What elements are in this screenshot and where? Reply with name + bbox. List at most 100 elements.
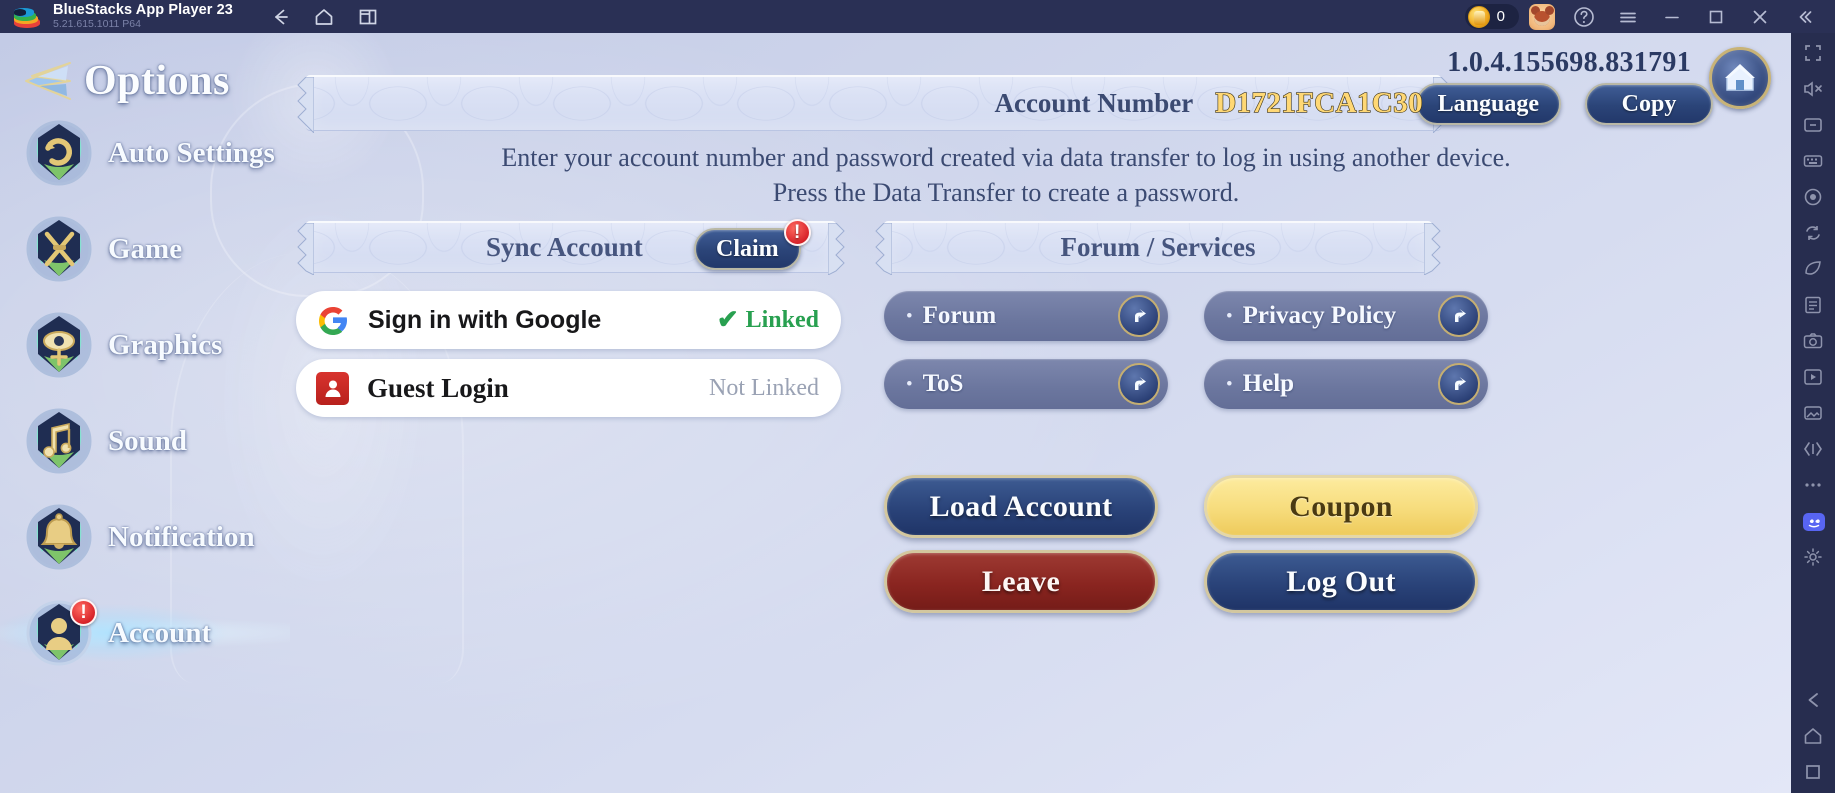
- hamburger-menu-icon[interactable]: [1615, 4, 1641, 30]
- back-arrow-icon[interactable]: [1802, 689, 1824, 711]
- android-home-icon[interactable]: [1802, 725, 1824, 747]
- sidebar-item-sound[interactable]: Sound: [0, 393, 276, 489]
- back-icon[interactable]: [269, 6, 291, 28]
- graphics-eye-badge-icon: [24, 310, 94, 380]
- bluestacks-window: BlueStacks App Player 23 5.21.615.1011 P…: [0, 0, 1835, 793]
- scripts-icon[interactable]: [1802, 294, 1824, 316]
- sidebar-item-label: Game: [108, 232, 183, 265]
- guest-link-status-text: Not Linked: [709, 374, 819, 401]
- bullet-icon: •: [1226, 305, 1233, 327]
- privacy-policy-link-button[interactable]: • Privacy Policy: [1204, 291, 1488, 341]
- copy-button[interactable]: Copy: [1585, 83, 1713, 125]
- leave-button[interactable]: Leave: [884, 550, 1158, 613]
- bullet-icon: •: [1226, 373, 1233, 395]
- check-icon: ✔: [716, 305, 739, 334]
- help-icon[interactable]: [1571, 4, 1597, 30]
- window-titlebar: BlueStacks App Player 23 5.21.615.1011 P…: [0, 0, 1835, 33]
- sidebar-item-auto-settings[interactable]: Auto Settings: [0, 105, 276, 201]
- fullscreen-icon[interactable]: [1802, 42, 1824, 64]
- auto-settings-badge-icon: [24, 118, 94, 188]
- sidebar-item-account[interactable]: ! Account: [0, 585, 290, 681]
- multi-instance-icon[interactable]: [357, 6, 379, 28]
- tos-link-label: ToS: [922, 370, 964, 397]
- guest-link-status: Not Linked: [709, 375, 819, 402]
- sync-account-panel: Sync Account: [297, 221, 845, 275]
- mute-icon[interactable]: [1802, 78, 1824, 100]
- external-link-arrow-icon: [1438, 295, 1480, 337]
- macro-record-icon[interactable]: [1802, 186, 1824, 208]
- app-build-version: 1.0.4.155698.831791: [1447, 47, 1691, 78]
- coin-counter[interactable]: 0: [1464, 4, 1519, 29]
- close-icon[interactable]: [1747, 4, 1773, 30]
- coin-icon: [1467, 5, 1490, 28]
- external-link-arrow-icon: [1438, 363, 1480, 405]
- instruction-text: Enter your account number and password c…: [306, 141, 1706, 210]
- forum-services-title: Forum / Services: [1060, 232, 1256, 262]
- help-link-button[interactable]: • Help: [1204, 359, 1488, 409]
- forum-services-panel: Forum / Services: [875, 221, 1441, 275]
- coin-count: 0: [1496, 8, 1505, 25]
- sidebar-item-graphics[interactable]: Graphics: [0, 297, 276, 393]
- options-header: Options: [0, 33, 276, 105]
- keymapping-icon[interactable]: [1802, 150, 1824, 172]
- forum-link-button[interactable]: • Forum: [884, 291, 1168, 341]
- shake-icon[interactable]: [1802, 438, 1824, 460]
- maximize-icon[interactable]: [1703, 4, 1729, 30]
- sync-account-title: Sync Account: [486, 232, 643, 262]
- game-viewport: Options Auto Settings Game Graphics Soun…: [0, 33, 1791, 793]
- sync-operations-icon[interactable]: [1802, 222, 1824, 244]
- settings-gear-icon[interactable]: [1802, 546, 1824, 568]
- eco-mode-icon[interactable]: [1802, 258, 1824, 280]
- alert-badge: !: [70, 599, 97, 626]
- google-link-status-text: Linked: [745, 306, 819, 333]
- load-account-button[interactable]: Load Account: [884, 475, 1158, 538]
- tos-link-button[interactable]: • ToS: [884, 359, 1168, 409]
- bullet-icon: •: [906, 373, 913, 395]
- screenshot-icon[interactable]: [1802, 330, 1824, 352]
- sound-note-badge-icon: [24, 406, 94, 476]
- account-number-label: Account Number: [994, 88, 1194, 118]
- account-person-badge-icon: !: [24, 598, 97, 668]
- media-manager-icon[interactable]: [1802, 366, 1824, 388]
- help-link-label: Help: [1242, 370, 1295, 397]
- google-signin-row[interactable]: Sign in with Google ✔ Linked: [296, 291, 841, 349]
- forum-link-label: Forum: [922, 302, 997, 329]
- google-signin-label: Sign in with Google: [368, 305, 602, 334]
- account-content-area: 1.0.4.155698.831791 Account Number D1721…: [276, 33, 1791, 793]
- screen-rotate-icon[interactable]: [1802, 114, 1824, 136]
- gallery-icon[interactable]: [1802, 402, 1824, 424]
- home-icon[interactable]: [313, 6, 335, 28]
- discord-icon[interactable]: [1802, 510, 1825, 532]
- external-link-arrow-icon: [1118, 363, 1160, 405]
- coupon-button[interactable]: Coupon: [1204, 475, 1478, 538]
- guest-avatar-icon: [316, 371, 349, 405]
- more-icon[interactable]: [1802, 474, 1824, 496]
- sidebar-item-label: Account: [108, 616, 212, 649]
- game-swords-badge-icon: [24, 214, 94, 284]
- recent-apps-icon[interactable]: [1802, 761, 1824, 783]
- app-name: BlueStacks App Player 23: [53, 1, 233, 18]
- minimize-icon[interactable]: [1659, 4, 1685, 30]
- guest-login-label: Guest Login: [367, 372, 509, 403]
- sidebar-item-game[interactable]: Game: [0, 201, 276, 297]
- page-title: Options: [84, 58, 230, 104]
- bluestacks-logo-icon: [14, 6, 40, 28]
- sidebar-item-label: Sound: [108, 424, 188, 457]
- collapse-sidebar-icon[interactable]: [1791, 4, 1817, 30]
- sidebar-item-label: Notification: [108, 520, 255, 553]
- bluestacks-right-toolbar: [1791, 33, 1835, 793]
- app-title-group: BlueStacks App Player 23 5.21.615.1011 P…: [53, 1, 233, 30]
- sidebar-item-label: Auto Settings: [108, 136, 275, 169]
- privacy-policy-link-label: Privacy Policy: [1242, 302, 1397, 329]
- titlebar-right-group: 0: [1464, 0, 1835, 33]
- bullet-icon: •: [906, 305, 913, 327]
- sidebar-item-notification[interactable]: Notification: [0, 489, 276, 585]
- guest-login-row[interactable]: Guest Login Not Linked: [296, 359, 841, 417]
- account-number-row: Account Number D1721FCA1C30: [306, 77, 1441, 130]
- logout-button[interactable]: Log Out: [1204, 550, 1478, 613]
- home-circle-icon[interactable]: [1709, 47, 1771, 109]
- options-sidebar: Options Auto Settings Game Graphics Soun…: [0, 33, 290, 793]
- instruction-line-1: Enter your account number and password c…: [501, 143, 1511, 172]
- bear-avatar-icon[interactable]: [1529, 3, 1555, 30]
- instruction-line-2: Press the Data Transfer to create a pass…: [772, 177, 1240, 207]
